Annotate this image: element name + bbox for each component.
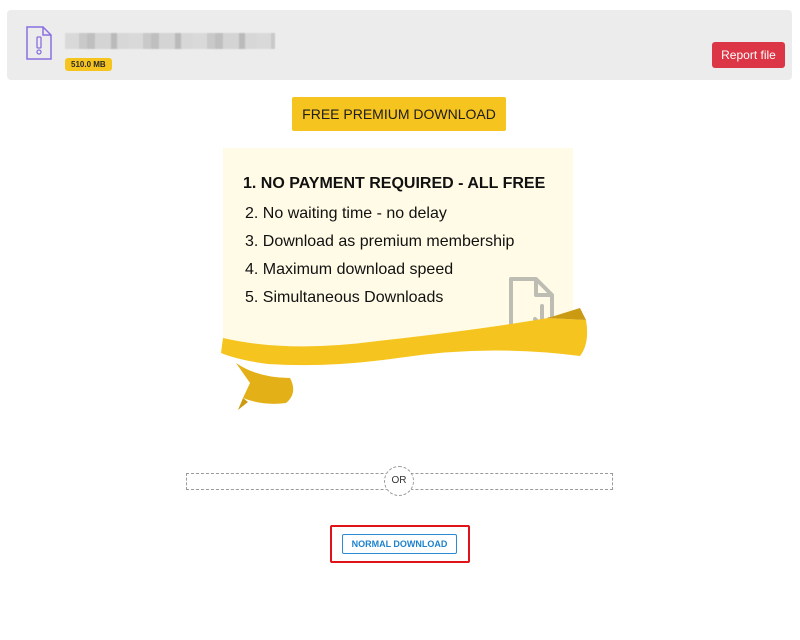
ribbon-decoration: [221, 308, 588, 410]
benefit-item: 4. Maximum download speed: [245, 261, 454, 278]
or-label: OR: [384, 466, 414, 496]
benefit-title: 1. NO PAYMENT REQUIRED - ALL FREE: [243, 175, 546, 192]
normal-download-button[interactable]: NORMAL DOWNLOAD: [342, 534, 457, 554]
benefit-item: 3. Download as premium membership: [245, 233, 515, 250]
file-name-redacted: [65, 33, 275, 49]
file-info-bar: 510.0 MB Report file: [7, 10, 792, 80]
benefit-item: 5. Simultaneous Downloads: [245, 289, 444, 306]
free-premium-download-button[interactable]: FREE PREMIUM DOWNLOAD: [292, 97, 506, 131]
benefit-item: 2. No waiting time - no delay: [245, 205, 447, 222]
report-file-button[interactable]: Report file: [712, 42, 785, 68]
premium-benefits-banner: 1. NO PAYMENT REQUIRED - ALL FREE 2. No …: [218, 148, 598, 418]
file-size-badge: 510.0 MB: [65, 58, 112, 71]
file-warning-icon: [26, 26, 52, 60]
